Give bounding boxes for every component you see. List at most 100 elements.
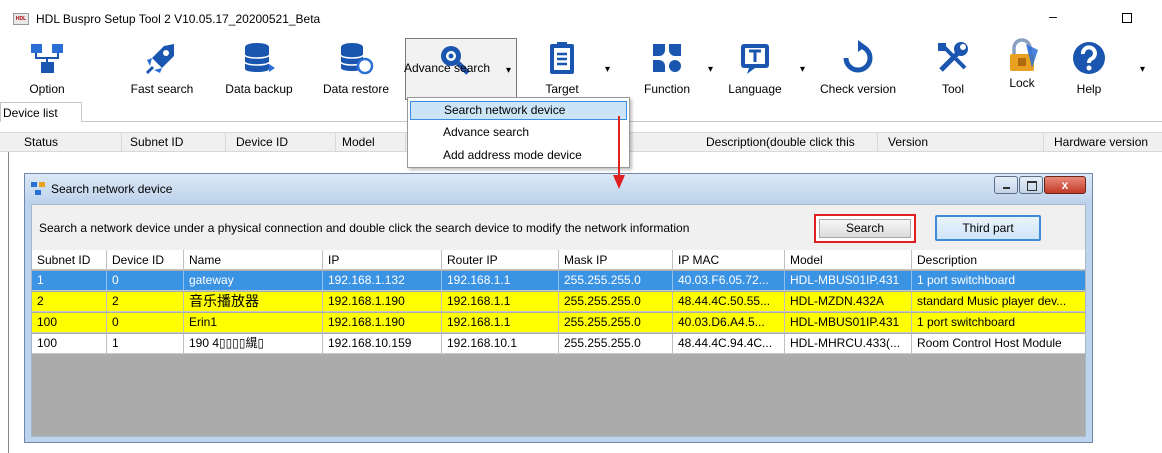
- database-restore-icon: [338, 40, 374, 76]
- cell-description: 1 port switchboard: [917, 273, 1016, 287]
- cell-ip: 192.168.10.159: [323, 334, 442, 353]
- cell-subnet-id: 2: [32, 292, 107, 311]
- language-button[interactable]: Language: [720, 38, 790, 100]
- column-hardware-version[interactable]: Hardware version: [1044, 133, 1162, 151]
- menu-item-search-network-device[interactable]: Search network device: [410, 101, 627, 120]
- cell-device-id: 2: [107, 292, 184, 311]
- cell-model: HDL-MHRCU.433(...: [785, 334, 912, 353]
- help-label: Help: [1076, 82, 1102, 96]
- cell-name: Erin1: [184, 313, 323, 332]
- grid-empty-area: [32, 354, 1085, 436]
- target-chevron-down-icon[interactable]: ▾: [605, 64, 610, 75]
- grid-col-name[interactable]: Name: [184, 250, 323, 269]
- grid-col-router-ip[interactable]: Router IP: [442, 250, 559, 269]
- data-backup-button[interactable]: Data backup: [219, 38, 299, 100]
- cell-description: Room Control Host Module: [917, 336, 1062, 350]
- option-button[interactable]: Option: [20, 38, 74, 100]
- cell-model: HDL-MBUS01IP.431: [785, 271, 912, 290]
- cell-device-id: 1: [107, 334, 184, 353]
- column-version[interactable]: Version: [878, 133, 1044, 151]
- advance-search-menu: Search network device Advance search Add…: [407, 97, 630, 168]
- cell-ip: 192.168.1.190: [323, 292, 442, 311]
- help-chevron-down-icon[interactable]: ▾: [1140, 64, 1145, 75]
- cell-router-ip: 192.168.10.1: [442, 334, 559, 353]
- help-button[interactable]: Help: [1065, 38, 1113, 100]
- cell-ip-mac: 48.44.4C.50.55...: [673, 292, 785, 311]
- search-button-highlight: Search: [814, 214, 916, 243]
- fast-search-button[interactable]: Fast search: [126, 38, 198, 100]
- cell-description: 1 port switchboard: [917, 315, 1016, 329]
- advance-search-button[interactable]: Advance search ▾: [404, 38, 517, 100]
- cell-router-ip: 192.168.1.1: [442, 292, 559, 311]
- table-row[interactable]: 2 2 音乐播放器 192.168.1.190 192.168.1.1 255.…: [32, 292, 1085, 312]
- grid-col-ip-mac[interactable]: IP MAC: [673, 250, 785, 269]
- function-chevron-down-icon[interactable]: ▾: [708, 64, 713, 75]
- tab-device-list[interactable]: Device list: [0, 102, 82, 122]
- grid-col-device-id[interactable]: Device ID: [107, 250, 184, 269]
- dialog-minimize-button[interactable]: [994, 176, 1018, 194]
- cell-subnet-id: 1: [32, 271, 107, 290]
- target-button[interactable]: Target: [535, 38, 589, 100]
- dialog-title-bar[interactable]: Search network device x: [25, 174, 1092, 204]
- table-row[interactable]: 1 0 gateway 192.168.1.132 192.168.1.1 25…: [32, 271, 1085, 291]
- minimize-button[interactable]: –: [1046, 6, 1060, 26]
- column-model[interactable]: Model: [336, 133, 406, 151]
- table-row[interactable]: 100 0 Erin1 192.168.1.190 192.168.1.1 25…: [32, 313, 1085, 333]
- title-bar: HDL HDL Buspro Setup Tool 2 V10.05.17_20…: [0, 0, 1162, 36]
- grid-header: Subnet ID Device ID Name IP Router IP Ma…: [32, 250, 1085, 270]
- cell-mask-ip: 255.255.255.0: [559, 334, 673, 353]
- advance-search-label: Advance search: [404, 61, 491, 75]
- language-label: Language: [728, 82, 782, 96]
- tools-icon: [935, 40, 971, 76]
- question-icon: [1071, 40, 1107, 76]
- search-button[interactable]: Search: [819, 219, 911, 238]
- lock-button[interactable]: Lock: [1002, 38, 1042, 100]
- target-label: Target: [545, 82, 579, 96]
- maximize-button[interactable]: [1122, 13, 1132, 23]
- grid-col-description[interactable]: Description: [912, 250, 1085, 269]
- rocket-icon: [144, 40, 180, 76]
- cell-ip: 192.168.1.190: [323, 313, 442, 332]
- advance-search-chevron-down-icon[interactable]: ▾: [506, 65, 511, 76]
- cell-name: 音乐播放器: [184, 292, 323, 311]
- database-icon: [241, 40, 277, 76]
- tool-label: Tool: [941, 82, 964, 96]
- column-status[interactable]: Status: [20, 133, 122, 151]
- menu-item-advance-search[interactable]: Advance search: [410, 123, 627, 142]
- column-description[interactable]: Description(double click this: [700, 133, 878, 151]
- cell-description: standard Music player dev...: [917, 294, 1067, 308]
- lock-label: Lock: [1009, 76, 1035, 90]
- dialog-close-button[interactable]: x: [1044, 176, 1086, 194]
- cell-router-ip: 192.168.1.1: [442, 271, 559, 290]
- third-part-button[interactable]: Third part: [935, 215, 1041, 241]
- option-label: Option: [29, 82, 65, 96]
- dialog-app-icon: [31, 182, 45, 195]
- data-restore-button[interactable]: Data restore: [316, 38, 396, 100]
- grid-col-model[interactable]: Model: [785, 250, 912, 269]
- panel-border: [8, 152, 9, 453]
- annotation-arrow-line: [618, 116, 620, 175]
- app-logo: HDL: [13, 13, 29, 25]
- check-version-button[interactable]: Check version: [812, 38, 904, 100]
- function-button[interactable]: Function: [637, 38, 697, 100]
- grid-col-mask-ip[interactable]: Mask IP: [559, 250, 673, 269]
- cell-mask-ip: 255.255.255.0: [559, 313, 673, 332]
- grid-col-ip[interactable]: IP: [323, 250, 442, 269]
- language-icon: [737, 40, 773, 76]
- cell-ip: 192.168.1.132: [323, 271, 442, 290]
- cell-name: 190 4▯▯▯▯繉▯: [184, 334, 323, 353]
- table-row[interactable]: 100 1 190 4▯▯▯▯繉▯ 192.168.10.159 192.168…: [32, 334, 1085, 354]
- tool-button[interactable]: Tool: [933, 38, 973, 100]
- column-subnet-id[interactable]: Subnet ID: [122, 133, 226, 151]
- grid-col-subnet-id[interactable]: Subnet ID: [32, 250, 107, 269]
- menu-item-add-address-mode-device[interactable]: Add address mode device: [410, 146, 627, 165]
- function-label: Function: [643, 82, 691, 96]
- dialog-maximize-button[interactable]: [1019, 176, 1043, 194]
- network-icon: [29, 40, 65, 76]
- cell-device-id: 0: [107, 313, 184, 332]
- search-network-device-dialog: Search network device x Search a network…: [24, 173, 1093, 443]
- language-chevron-down-icon[interactable]: ▾: [800, 64, 805, 75]
- cell-ip-mac: 48.44.4C.94.4C...: [673, 334, 785, 353]
- search-results-grid: Subnet ID Device ID Name IP Router IP Ma…: [32, 250, 1085, 436]
- column-device-id[interactable]: Device ID: [226, 133, 336, 151]
